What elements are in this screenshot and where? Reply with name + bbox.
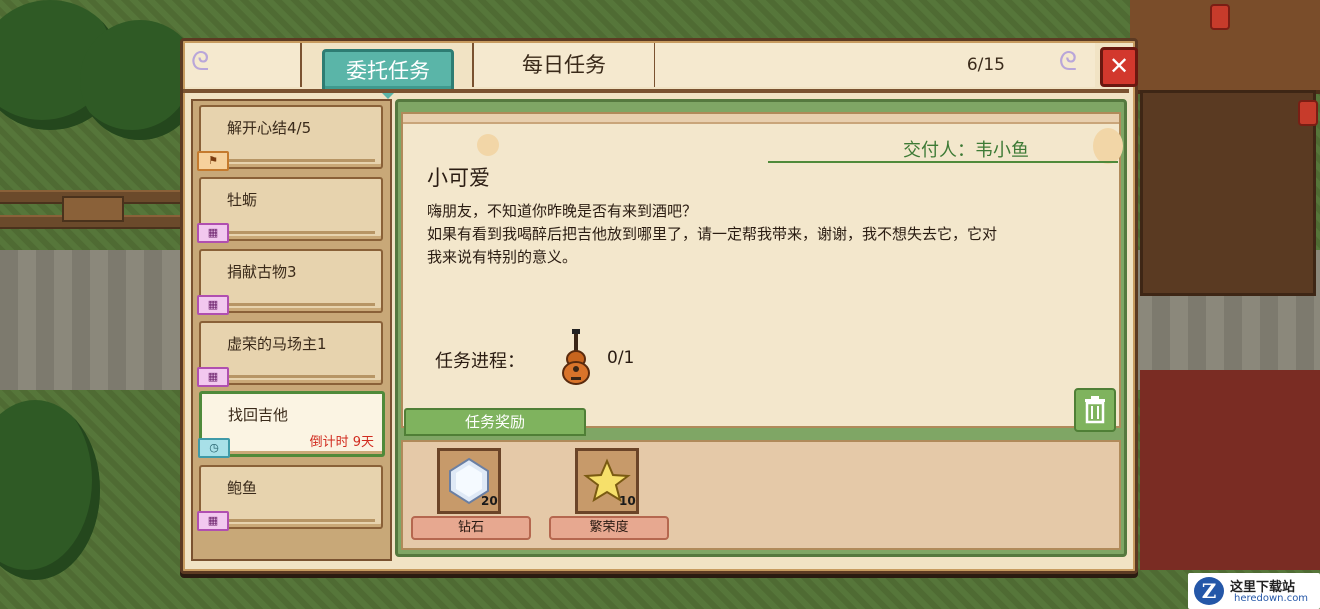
tab-rewards[interactable]: 任务奖励 (404, 408, 586, 436)
task-divider (225, 519, 375, 522)
trash-icon (1085, 396, 1105, 424)
abandon-quest-button[interactable] (1074, 388, 1116, 432)
reward-name: 钻石 (411, 516, 531, 540)
lantern (1298, 100, 1318, 126)
calendar-icon: ▦ (197, 511, 229, 531)
clock-icon: ◷ (198, 438, 230, 458)
progress-label: 任务进程： (435, 351, 525, 372)
quest-giver: 交付人：韦小鱼 (903, 140, 1029, 161)
close-button[interactable]: ✕ (1100, 47, 1138, 87)
description-line: 如果有看到我喝醉后把吉他放到哪里了，请一定帮我带来，谢谢，我不想失去它，它对 (427, 225, 998, 243)
reward-quantity: 10 (619, 494, 636, 508)
decor-dot (1093, 128, 1123, 164)
progress-value: 0/1 (607, 348, 635, 368)
rewards-area: 20 钻石 10 繁荣度 (401, 440, 1121, 550)
task-item[interactable]: 鲍鱼 ▦ (197, 465, 383, 531)
task-divider (225, 159, 375, 162)
decor-dot (477, 134, 499, 156)
tab-divider (183, 89, 1129, 93)
task-item[interactable]: 虚荣的马场主1 ▦ (197, 321, 383, 387)
site-watermark: Z 这里下载站 heredown.com (1188, 573, 1320, 609)
task-item[interactable]: 解开心结4/5 ⚑ (197, 105, 383, 171)
tab-bar-right: 6/15 ᘓ (655, 43, 1095, 87)
quest-description: 嗨朋友，不知道你昨晚是否有来到酒吧？ 如果有看到我喝醉后把吉他放到哪里了，请一定… (427, 200, 1107, 269)
task-count: 6/15 (966, 55, 1005, 75)
task-item[interactable]: 牡蛎 ▦ (197, 177, 383, 243)
quest-description-area: 交付人：韦小鱼 小可爱 嗨朋友，不知道你昨晚是否有来到酒吧？ 如果有看到我喝醉后… (401, 112, 1123, 428)
swirl-ornament-icon: ᘓ (1058, 47, 1077, 77)
description-line: 嗨朋友，不知道你昨晚是否有来到酒吧？ (427, 202, 698, 220)
task-name: 牡蛎 (227, 191, 258, 209)
tab-daily-quests[interactable]: 每日任务 (472, 43, 656, 87)
task-item[interactable]: 捐献古物3 ▦ (197, 249, 383, 315)
swirl-ornament-icon: ᘓ (191, 47, 210, 77)
close-icon: ✕ (1108, 52, 1130, 80)
calendar-icon: ▦ (197, 223, 229, 243)
giver-underline (768, 161, 1118, 163)
task-name: 虚荣的马场主1 (227, 335, 327, 353)
task-item-selected[interactable]: 找回吉他 倒计时 9天 ◷ (198, 391, 385, 458)
reward-item[interactable]: 20 钻石 (411, 448, 531, 544)
task-name: 捐献古物3 (227, 263, 297, 281)
flag-icon: ⚑ (197, 151, 229, 171)
task-divider (225, 303, 375, 306)
task-name: 鲍鱼 (227, 479, 258, 497)
house-wall (1140, 90, 1316, 296)
red-building (1140, 370, 1320, 570)
tab-bar-decoration: ᘓ (185, 43, 302, 87)
task-name: 解开心结4/5 (227, 119, 312, 137)
quest-detail: 交付人：韦小鱼 小可爱 嗨朋友，不知道你昨晚是否有来到酒吧？ 如果有看到我喝醉后… (395, 99, 1127, 557)
lantern (1210, 4, 1230, 30)
task-divider (225, 231, 375, 234)
task-divider (225, 375, 375, 378)
description-line: 我来说有特别的意义。 (427, 248, 578, 266)
tab-commission-quests[interactable]: 委托任务 (322, 49, 454, 93)
task-list[interactable]: 解开心结4/5 ⚑ 牡蛎 ▦ 捐献古物3 ▦ 虚荣的马场主1 ▦ 找回吉他 倒计… (191, 99, 392, 561)
task-name: 找回吉他 (228, 406, 289, 424)
calendar-icon: ▦ (197, 367, 229, 387)
reward-quantity: 20 (481, 494, 498, 508)
header-stripe (403, 114, 1119, 124)
quest-panel: ᘓ 委托任务 每日任务 6/15 ᘓ ✕ 解开心结4/5 ⚑ 牡蛎 ▦ 捐献古物… (180, 38, 1138, 574)
countdown-label: 倒计时 9天 (309, 435, 374, 450)
reward-item[interactable]: 10 繁荣度 (549, 448, 669, 544)
reward-name: 繁荣度 (549, 516, 669, 540)
wooden-signpost (62, 196, 124, 222)
quest-title: 小可爱 (427, 166, 490, 190)
guitar-icon (562, 329, 590, 385)
watermark-url: heredown.com (1234, 593, 1309, 604)
watermark-logo: Z (1194, 577, 1224, 605)
tab-bar: ᘓ 委托任务 每日任务 6/15 ᘓ ✕ (185, 43, 1138, 99)
calendar-icon: ▦ (197, 295, 229, 315)
